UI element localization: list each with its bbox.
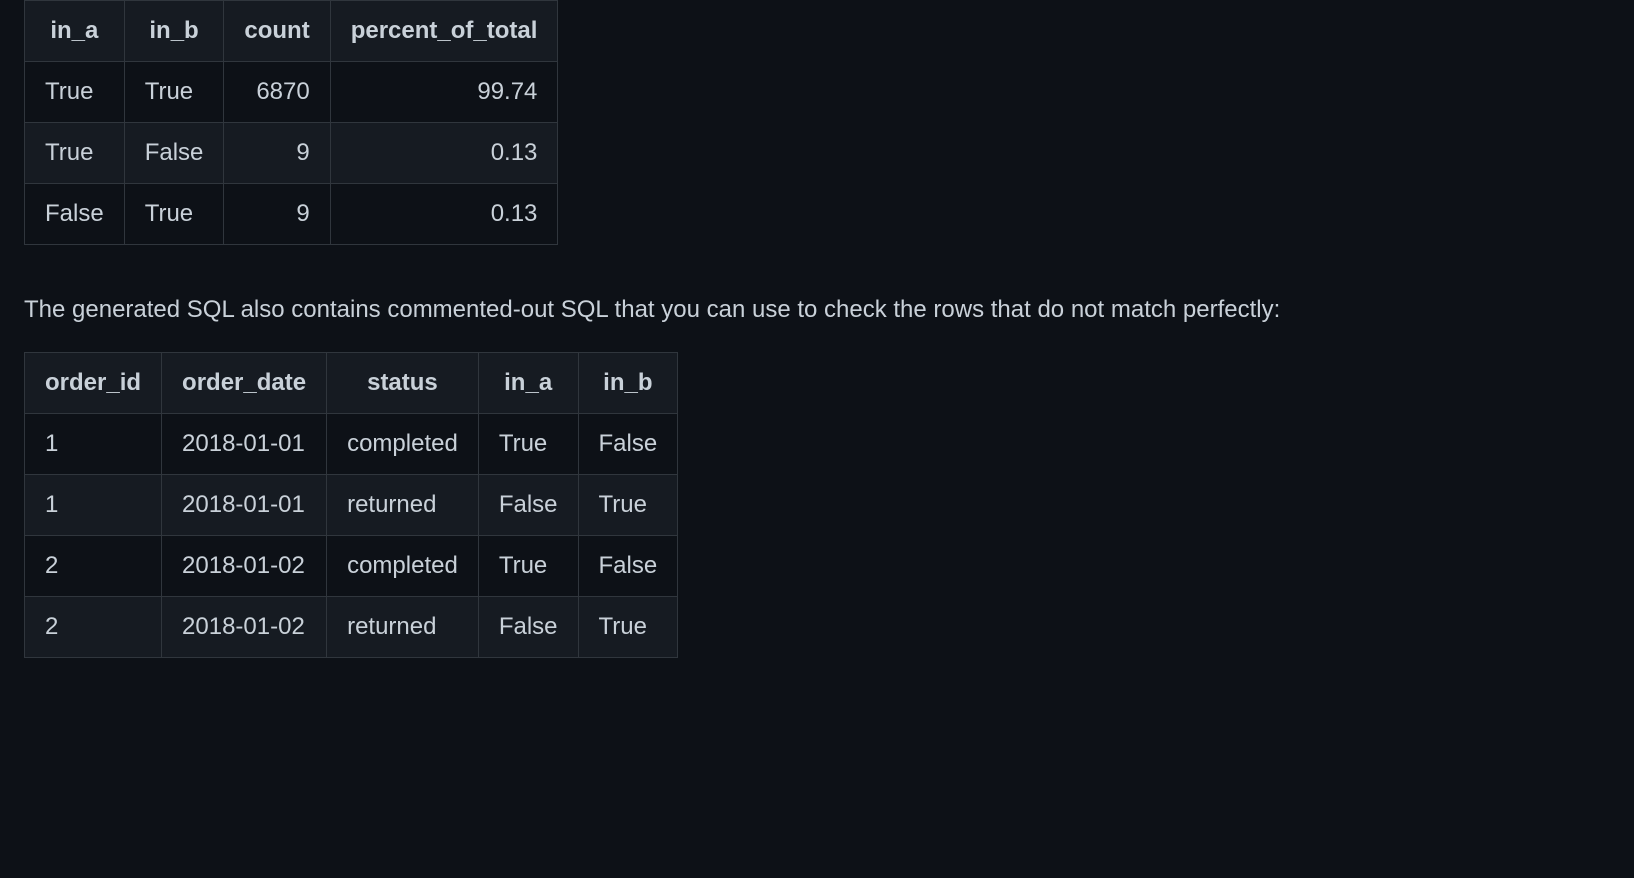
column-header-in-a: in_a xyxy=(478,353,578,414)
cell-order-date: 2018-01-01 xyxy=(162,475,327,536)
cell-in-b: False xyxy=(578,536,678,597)
cell-in-b: False xyxy=(124,123,224,184)
table-header-row: in_a in_b count percent_of_total xyxy=(25,1,558,62)
cell-count: 6870 xyxy=(224,62,330,123)
cell-order-date: 2018-01-02 xyxy=(162,597,327,658)
column-header-in-b: in_b xyxy=(578,353,678,414)
table-row: True False 9 0.13 xyxy=(25,123,558,184)
cell-in-b: True xyxy=(124,184,224,245)
table-row: 1 2018-01-01 returned False True xyxy=(25,475,678,536)
cell-order-date: 2018-01-01 xyxy=(162,414,327,475)
column-header-status: status xyxy=(327,353,479,414)
column-header-in-a: in_a xyxy=(25,1,125,62)
cell-status: returned xyxy=(327,475,479,536)
column-header-order-id: order_id xyxy=(25,353,162,414)
cell-in-a: True xyxy=(478,536,578,597)
cell-order-id: 2 xyxy=(25,536,162,597)
column-header-in-b: in_b xyxy=(124,1,224,62)
table-header-row: order_id order_date status in_a in_b xyxy=(25,353,678,414)
table-row: 2 2018-01-02 returned False True xyxy=(25,597,678,658)
column-header-count: count xyxy=(224,1,330,62)
cell-status: completed xyxy=(327,536,479,597)
cell-order-date: 2018-01-02 xyxy=(162,536,327,597)
cell-in-a: False xyxy=(25,184,125,245)
cell-in-a: True xyxy=(478,414,578,475)
table-row: True True 6870 99.74 xyxy=(25,62,558,123)
cell-percent-of-total: 0.13 xyxy=(330,123,558,184)
cell-in-b: False xyxy=(578,414,678,475)
cell-in-b: True xyxy=(578,597,678,658)
cell-order-id: 2 xyxy=(25,597,162,658)
cell-in-a: False xyxy=(478,475,578,536)
cell-in-b: True xyxy=(578,475,678,536)
cell-percent-of-total: 0.13 xyxy=(330,184,558,245)
cell-count: 9 xyxy=(224,184,330,245)
column-header-order-date: order_date xyxy=(162,353,327,414)
cell-status: completed xyxy=(327,414,479,475)
column-header-percent-of-total: percent_of_total xyxy=(330,1,558,62)
cell-in-a: False xyxy=(478,597,578,658)
table-row: 2 2018-01-02 completed True False xyxy=(25,536,678,597)
table-row: False True 9 0.13 xyxy=(25,184,558,245)
cell-order-id: 1 xyxy=(25,414,162,475)
cell-status: returned xyxy=(327,597,479,658)
cell-order-id: 1 xyxy=(25,475,162,536)
cell-count: 9 xyxy=(224,123,330,184)
cell-in-a: True xyxy=(25,123,125,184)
description-paragraph: The generated SQL also contains commente… xyxy=(24,292,1604,328)
cell-in-b: True xyxy=(124,62,224,123)
cell-percent-of-total: 99.74 xyxy=(330,62,558,123)
detail-table: order_id order_date status in_a in_b 1 2… xyxy=(24,352,678,658)
cell-in-a: True xyxy=(25,62,125,123)
table-row: 1 2018-01-01 completed True False xyxy=(25,414,678,475)
summary-table: in_a in_b count percent_of_total True Tr… xyxy=(24,0,558,245)
